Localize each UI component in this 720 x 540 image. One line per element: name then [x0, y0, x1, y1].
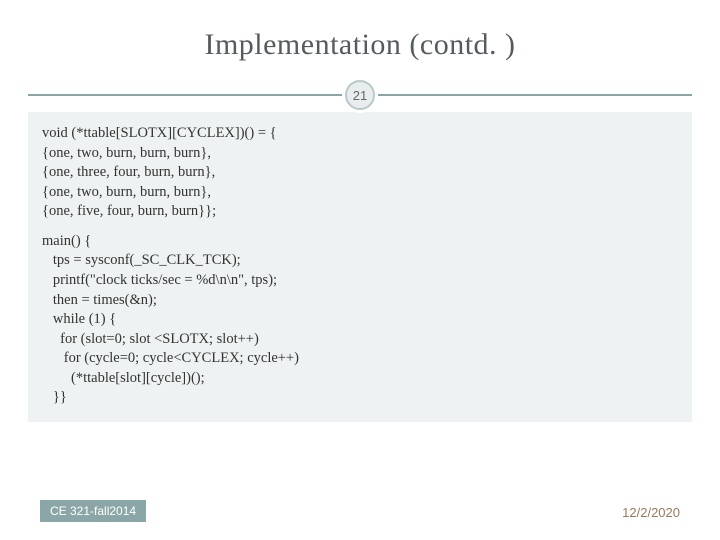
footer-course-label: CE 321-fall2014: [40, 500, 146, 522]
divider: 21: [0, 76, 720, 112]
content-panel: void (*ttable[SLOTX][CYCLEX])() = { {one…: [28, 112, 692, 422]
code-block-2: main() { tps = sysconf(_SC_CLK_TCK); pri…: [42, 232, 678, 408]
code-block-1: void (*ttable[SLOTX][CYCLEX])() = { {one…: [42, 124, 678, 222]
slide-title: Implementation (contd. ): [20, 28, 700, 62]
footer-date: 12/2/2020: [622, 505, 680, 520]
page-number-badge: 21: [345, 80, 375, 110]
title-area: Implementation (contd. ): [0, 0, 720, 72]
spacer: [42, 222, 678, 232]
slide: Implementation (contd. ) 21 void (*ttabl…: [0, 0, 720, 540]
